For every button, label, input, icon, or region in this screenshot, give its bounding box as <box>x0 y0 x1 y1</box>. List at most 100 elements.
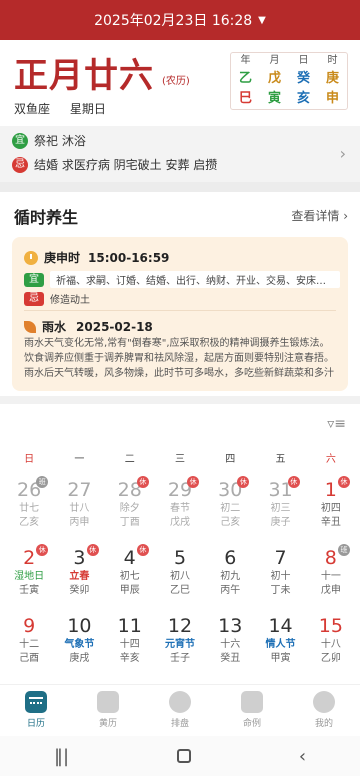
ji-badge: 忌 <box>12 156 28 173</box>
day-lunar: 除夕 <box>119 503 140 514</box>
day-ganzhi: 乙卯 <box>320 653 341 664</box>
day-ganzhi: 庚子 <box>270 517 291 528</box>
ji-row: 忌 结婚 求医疗病 阴宅破土 安葬 启攒 <box>12 156 217 173</box>
calendar-day[interactable]: 10 气象节 庚戌 <box>54 606 104 674</box>
divider <box>0 396 360 404</box>
yi-text: 祭祀 沐浴 <box>34 134 86 148</box>
calendar-day[interactable]: 7 初十 丁未 <box>255 538 305 606</box>
day-ganzhi: 甲辰 <box>119 585 140 596</box>
calendar-day[interactable]: 9 十二 己酉 <box>4 606 54 674</box>
calendar-day[interactable]: 11 十四 辛亥 <box>105 606 155 674</box>
ganzhi-head-row: 年月日时 <box>231 53 347 69</box>
calendar-icon <box>25 691 47 713</box>
yiji-panel[interactable]: 宜 祭祀 沐浴 忌 结婚 求医疗病 阴宅破土 安葬 启攒 › <box>0 126 360 182</box>
calendar-day[interactable]: 12 元宵节 壬子 <box>155 606 205 674</box>
chevron-down-icon: ▼ <box>258 14 266 26</box>
day-ganzhi: 壬子 <box>169 653 190 664</box>
calendar-day[interactable]: 1 初四 辛丑休 <box>306 470 356 538</box>
ganzhi-head-cell: 时 <box>327 55 338 66</box>
tab-label: 日历 <box>26 719 45 729</box>
calendar-day[interactable]: 15 十八 乙卯 <box>306 606 356 674</box>
day-lunar: 十六 <box>220 639 241 650</box>
day-ganzhi: 乙亥 <box>19 517 40 528</box>
day-lunar: 春节 <box>169 503 190 514</box>
ji-text: 结婚 求医疗病 阴宅破土 安葬 启攒 <box>34 158 218 172</box>
tab-label: 排盘 <box>170 719 189 729</box>
tab-日历[interactable]: 日历 <box>0 685 72 736</box>
holiday-mark: 休 <box>136 476 149 488</box>
day-ganzhi: 癸卯 <box>69 585 90 596</box>
holiday-mark: 班 <box>337 544 350 556</box>
tab-命例[interactable]: 命例 <box>216 685 288 736</box>
day-ganzhi: 丁酉 <box>119 517 140 528</box>
ganzhi-cell: 戊 <box>267 71 281 86</box>
calendar-day[interactable]: 28 除夕 丁酉休 <box>105 470 155 538</box>
calendar-day[interactable]: 27 廿八 丙申 <box>54 470 104 538</box>
day-subline: 双鱼座 星期日 <box>14 100 106 117</box>
weekday-label: 四 <box>225 454 236 465</box>
calendar-day[interactable]: 5 初八 乙巳 <box>155 538 205 606</box>
ganzhi-head-cell: 月 <box>269 55 280 66</box>
calendar-day[interactable]: 2 湿地日 壬寅休 <box>4 538 54 606</box>
calendar-day[interactable]: 13 十六 癸丑 <box>205 606 255 674</box>
day-lunar: 初七 <box>119 571 140 582</box>
weekday-header: 日一二三四五六 <box>4 450 356 465</box>
day-ganzhi: 戊申 <box>320 585 341 596</box>
holiday-mark: 休 <box>86 544 99 556</box>
date-header[interactable]: 2025年02月23日 16:28 ▼ <box>0 0 360 40</box>
hour-row: 庚申时 15:00-16:59 <box>24 249 169 266</box>
tab-我的[interactable]: 我的 <box>288 685 360 736</box>
day-ganzhi: 庚戌 <box>69 653 90 664</box>
calendar-week-row: 9 十二 己酉 10 气象节 庚戌 11 十四 辛亥 12 元宵节 壬子 13 十六 癸丑 14 情人节 甲寅 15… <box>4 606 356 674</box>
holiday-mark: 休 <box>136 544 149 556</box>
filter-icon[interactable]: ▿≡ <box>327 416 346 432</box>
constellation: 双鱼座 <box>14 102 51 116</box>
calendar-day[interactable]: 30 初二 己亥休 <box>205 470 255 538</box>
ganzhi-head-cell: 日 <box>298 55 309 66</box>
ganzhi-cell: 癸 <box>296 71 310 86</box>
calendar-day[interactable]: 14 情人节甲寅 <box>255 606 305 674</box>
day-lunar: 立春 <box>69 571 90 582</box>
day-ganzhi: 辛丑 <box>320 517 341 528</box>
day-number: 7 <box>274 547 287 569</box>
calendar-day[interactable]: 3 立春 癸卯休 <box>54 538 104 606</box>
health-card[interactable]: 庚申时 15:00-16:59 宜 祈福、求嗣、订婚、结婚、出行、纳财、开业、交… <box>12 237 348 391</box>
lunar-tag: (农历) <box>162 76 190 87</box>
day-number: 15 <box>318 615 343 637</box>
day-lunar: 初三 <box>270 503 291 514</box>
day-number: 14 <box>268 615 293 637</box>
header-datetime: 2025年02月23日 16:28 <box>94 13 253 29</box>
back-icon[interactable]: ‹ <box>299 746 306 767</box>
weekday-label: 五 <box>275 454 286 465</box>
day-lunar: 十二 <box>19 639 40 650</box>
calendar-day[interactable]: 31 初三 庚子休 <box>255 470 305 538</box>
day-number: 11 <box>117 615 142 637</box>
day-ganzhi: 甲寅 <box>270 653 291 664</box>
day-ganzhi: 丙申 <box>69 517 90 528</box>
day-number: 5 <box>173 547 187 569</box>
hour-range: 15:00-16:59 <box>88 250 170 265</box>
calendar-day[interactable]: 29 春节 戊戌休 <box>155 470 205 538</box>
calendar-day[interactable]: 8 十一 戊申班 <box>306 538 356 606</box>
recents-icon[interactable]: ‖| <box>54 746 69 767</box>
day-number: 9 <box>23 615 36 637</box>
calendar-day[interactable]: 6 初九 丙午 <box>205 538 255 606</box>
day-ganzhi: 乙巳 <box>169 585 190 596</box>
bottom-tab-bar: 日历 黄历 排盘 命例 我的 <box>0 684 360 736</box>
tab-黄历[interactable]: 黄历 <box>72 685 144 736</box>
ganzhi-cell: 乙 <box>238 71 252 86</box>
tab-排盘[interactable]: 排盘 <box>144 685 216 736</box>
ganzhi-cell: 庚 <box>325 71 339 86</box>
home-icon[interactable] <box>176 749 191 763</box>
solar-term-row: 雨水 2025-02-18 <box>24 318 153 335</box>
chevron-right-icon: › <box>339 144 346 163</box>
term-date: 2025-02-18 <box>76 319 153 334</box>
calendar-day[interactable]: 4 初七 甲辰休 <box>105 538 155 606</box>
calendar-day[interactable]: 26 廿七 乙亥班 <box>4 470 54 538</box>
see-more-link[interactable]: 查看详情 › <box>291 207 348 224</box>
hour-ji-row: 忌 修造动土 <box>24 291 340 306</box>
divider <box>0 182 360 192</box>
lunar-date: 正月廿六 <box>14 56 154 96</box>
day-lunar: 情人节 <box>265 639 296 650</box>
day-ganzhi: 丙午 <box>220 585 241 596</box>
